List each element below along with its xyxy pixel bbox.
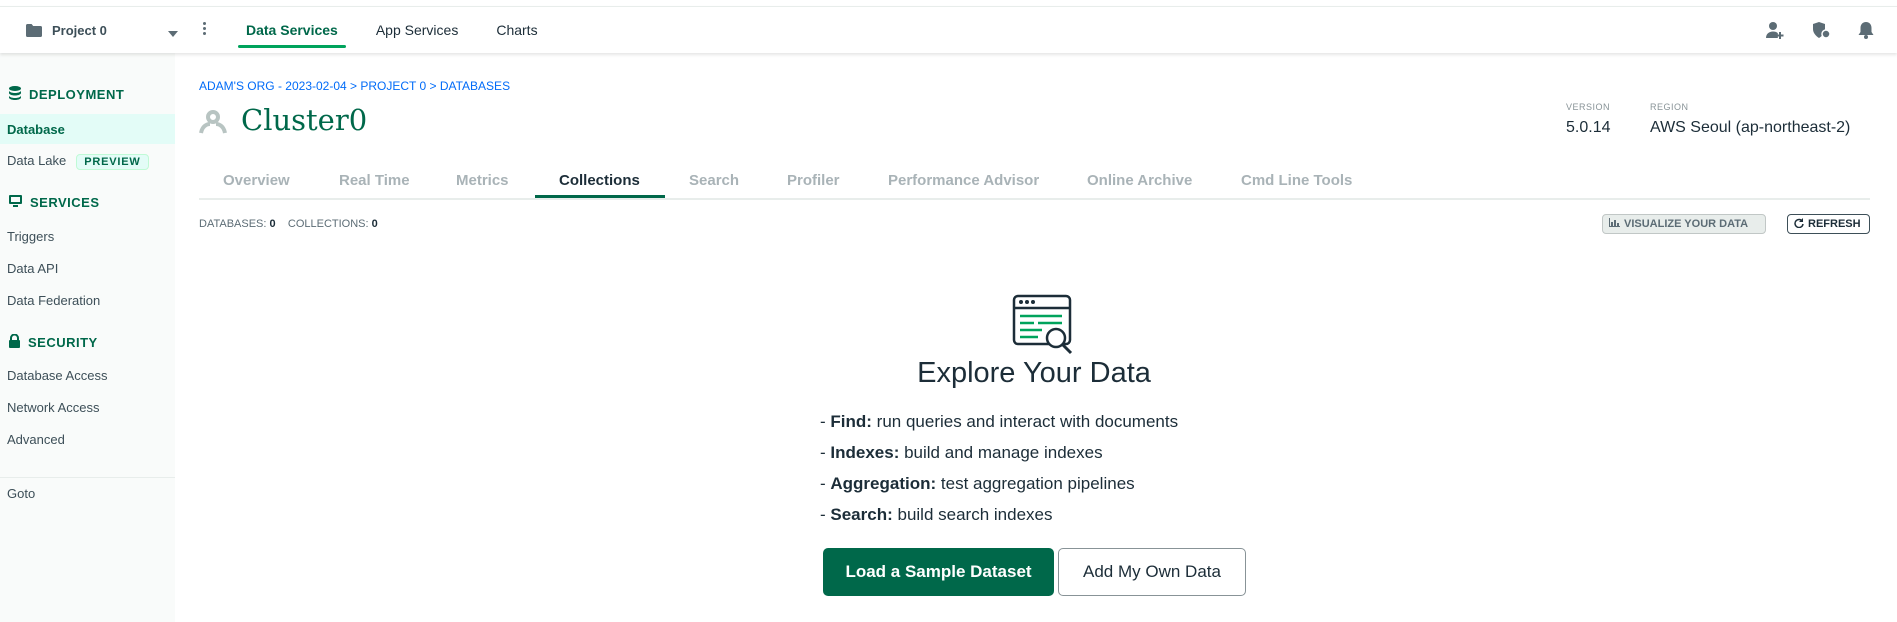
sidebar-item-database[interactable]: Database [0, 114, 175, 144]
more-options-icon[interactable] [200, 20, 208, 40]
section-deployment: DEPLOYMENT [9, 86, 124, 103]
tab-performance-advisor[interactable]: Performance Advisor [888, 172, 1039, 189]
sidebar-item-goto[interactable]: Goto [7, 486, 35, 501]
collections-label: COLLECTIONS: [287, 218, 369, 230]
section-heading: SERVICES [30, 195, 100, 210]
feature-indexes: - Indexes: build and manage indexes [820, 443, 1103, 462]
region-label: REGION [1650, 102, 1689, 112]
visualize-label: VISUALIZE YOUR DATA [1624, 218, 1749, 230]
collection-counts: DATABASES: 0 COLLECTIONS: 0 [199, 218, 378, 230]
feature-name: Aggregation: [830, 474, 937, 493]
breadcrumb[interactable]: ADAM'S ORG - 2023-02-04 > PROJECT 0 > DA… [199, 79, 510, 93]
feature-desc: test aggregation pipelines [936, 474, 1135, 493]
visualize-data-button[interactable]: VISUALIZE YOUR DATA [1602, 214, 1766, 234]
sidebar-item-network-access[interactable]: Network Access [7, 400, 99, 415]
cluster-tabs: Overview Real Time Metrics Collections S… [199, 166, 1870, 200]
cluster-icon [199, 110, 227, 139]
version-value: 5.0.14 [1566, 119, 1611, 136]
sidebar-item-advanced[interactable]: Advanced [7, 432, 65, 447]
tab-collections[interactable]: Collections [559, 172, 640, 189]
load-sample-dataset-button[interactable]: Load a Sample Dataset [823, 548, 1054, 596]
cluster-name: Cluster0 [241, 103, 368, 137]
top-icons [1765, 7, 1875, 53]
feature-aggregation: - Aggregation: test aggregation pipeline… [820, 474, 1135, 493]
feature-find: - Find: run queries and interact with do… [820, 412, 1179, 431]
section-heading: DEPLOYMENT [29, 87, 125, 102]
refresh-button[interactable]: REFRESH [1787, 214, 1870, 234]
tab-real-time[interactable]: Real Time [339, 172, 410, 189]
caret-down-icon[interactable] [168, 25, 178, 43]
lock-icon [9, 333, 20, 351]
folder-icon [26, 23, 42, 37]
top-navigation-bar: Project 0 Data Services App Services Cha… [0, 6, 1897, 53]
tab-online-archive[interactable]: Online Archive [1087, 172, 1192, 189]
secure-icon[interactable] [1811, 21, 1831, 39]
feature-desc: build search indexes [892, 505, 1053, 524]
explore-data-icon [1012, 294, 1074, 361]
tab-app-services[interactable]: App Services [366, 7, 468, 53]
refresh-label: REFRESH [1808, 218, 1861, 230]
database-icon [9, 86, 21, 103]
sidebar: DEPLOYMENT Database Data Lake PREVIEW SER… [0, 52, 175, 622]
feature-search: - Search: build search indexes [820, 505, 1053, 524]
feature-name: Search: [830, 505, 893, 524]
sidebar-item-label: Data Lake [7, 153, 67, 168]
tab-metrics[interactable]: Metrics [456, 172, 509, 189]
region-value: AWS Seoul (ap-northeast-2) [1650, 119, 1851, 136]
section-services: SERVICES [9, 195, 100, 210]
tab-charts[interactable]: Charts [486, 7, 547, 53]
sidebar-item-triggers[interactable]: Triggers [7, 229, 54, 244]
sidebar-item-data-api[interactable]: Data API [7, 261, 58, 276]
feature-desc: run queries and interact with documents [871, 412, 1179, 431]
section-security: SECURITY [9, 333, 98, 351]
refresh-icon [1794, 217, 1804, 231]
tab-search[interactable]: Search [689, 172, 739, 189]
tab-data-services[interactable]: Data Services [236, 7, 348, 53]
feature-name: Indexes: [830, 443, 900, 462]
preview-badge: PREVIEW [76, 154, 149, 170]
project-selector[interactable]: Project 0 [26, 7, 107, 53]
collections-count: 0 [371, 218, 378, 230]
tab-overview[interactable]: Overview [223, 172, 290, 189]
bar-chart-icon [1609, 218, 1620, 230]
databases-label: DATABASES: [199, 218, 267, 230]
tab-cmd-line-tools[interactable]: Cmd Line Tools [1241, 172, 1352, 189]
add-my-own-data-button[interactable]: Add My Own Data [1058, 548, 1246, 596]
project-name: Project 0 [52, 22, 107, 38]
empty-state-title: Explore Your Data [917, 357, 1151, 389]
add-user-icon[interactable] [1765, 21, 1785, 39]
active-tab-indicator [535, 195, 665, 198]
divider [0, 477, 175, 478]
feature-desc: build and manage indexes [899, 443, 1103, 462]
product-nav: Data Services App Services Charts [236, 7, 566, 53]
sidebar-item-data-federation[interactable]: Data Federation [7, 293, 100, 308]
databases-count: 0 [269, 218, 276, 230]
monitor-icon [9, 195, 22, 210]
feature-name: Find: [830, 412, 872, 431]
sidebar-item-data-lake[interactable]: Data Lake PREVIEW [7, 153, 149, 170]
tab-profiler[interactable]: Profiler [787, 172, 840, 189]
notification-bell-icon[interactable] [1857, 21, 1875, 39]
section-heading: SECURITY [28, 335, 98, 350]
version-label: VERSION [1566, 102, 1611, 112]
